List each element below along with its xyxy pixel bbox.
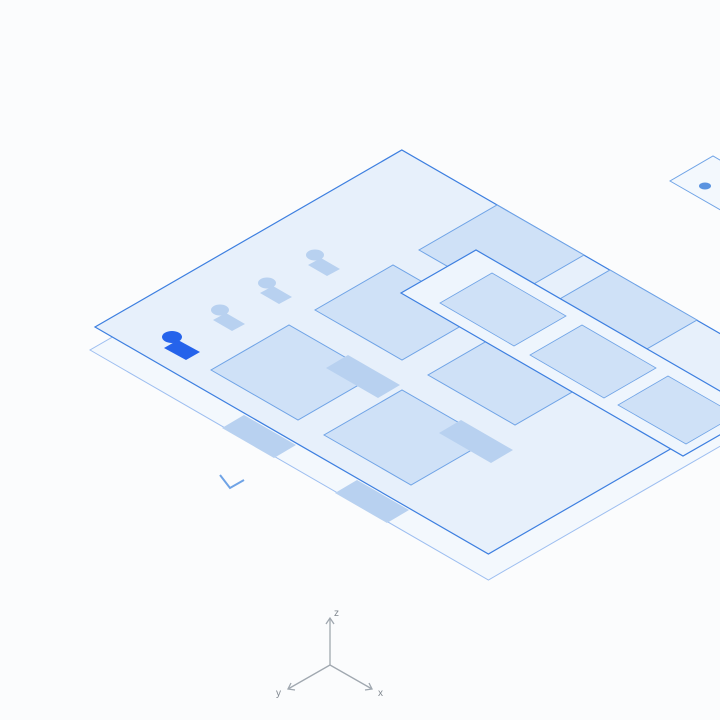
chevron-down-icon[interactable]	[220, 475, 244, 488]
axis-tripod: z x y	[276, 608, 383, 699]
axis-label-x: x	[378, 688, 383, 699]
tab-circle-icon[interactable]	[699, 183, 711, 190]
axis-label-y: y	[276, 688, 281, 699]
axis-label-z: z	[334, 608, 339, 619]
isometric-diagram: z x y	[0, 0, 720, 720]
tab-strip	[670, 156, 720, 231]
